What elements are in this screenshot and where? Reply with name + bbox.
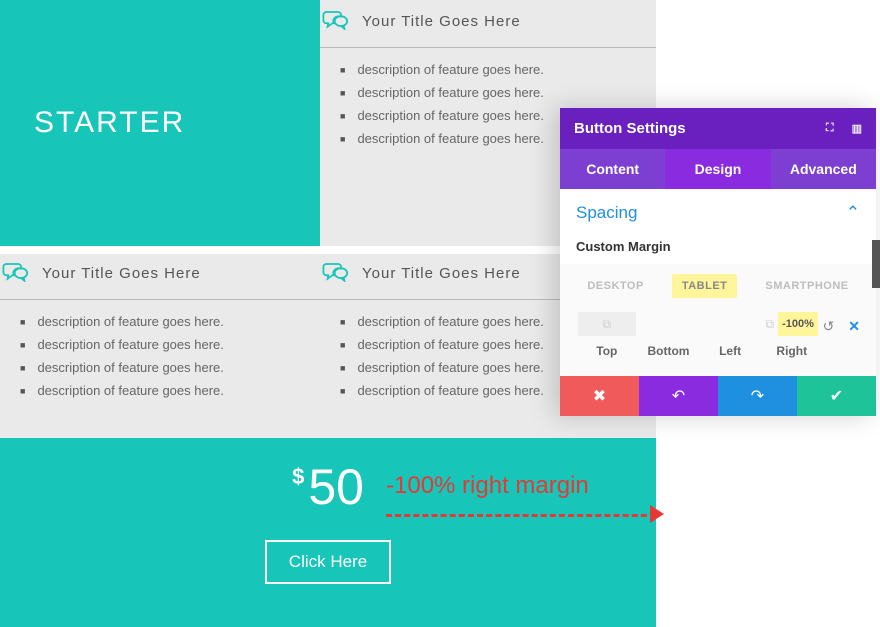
undo-button[interactable]: ↶ — [639, 376, 718, 416]
panel-tabs: Content Design Advanced — [560, 149, 876, 189]
annotation-arrow-head — [650, 505, 664, 523]
chat-icon — [322, 8, 350, 35]
card-title: Your Title Goes Here — [362, 13, 521, 30]
card-title: Your Title Goes Here — [362, 265, 521, 282]
plan-name: STARTER — [34, 106, 185, 140]
device-tablet[interactable]: TABLET — [672, 274, 738, 298]
divider — [0, 299, 320, 300]
settings-panel: Button Settings ⛶ ▥ Content Design Advan… — [560, 108, 876, 416]
list-item: description of feature goes here. — [334, 85, 642, 100]
currency-symbol: $ — [292, 464, 304, 490]
plan-header: STARTER — [0, 0, 320, 246]
cancel-button[interactable]: ✖ — [560, 376, 639, 416]
confirm-button[interactable]: ✔ — [797, 376, 876, 416]
clear-icon[interactable]: ✕ — [848, 318, 860, 335]
cta-button[interactable]: Click Here — [265, 540, 391, 584]
chat-icon — [2, 260, 30, 287]
annotation-arrow-line — [386, 514, 656, 517]
margin-left-label: Left — [699, 344, 761, 358]
tab-advanced[interactable]: Advanced — [771, 149, 876, 189]
redo-button[interactable]: ↷ — [718, 376, 797, 416]
divider — [320, 47, 656, 48]
link-icon: ⧉ — [603, 317, 612, 332]
link-icon: ⧉ — [765, 317, 774, 332]
tab-design[interactable]: Design — [665, 149, 770, 189]
subhead-custom-margin: Custom Margin — [576, 239, 860, 254]
list-item: description of feature goes here. — [334, 62, 642, 77]
device-desktop[interactable]: DESKTOP — [577, 274, 653, 298]
margin-top-label: Top — [576, 344, 638, 358]
panel-title: Button Settings — [574, 120, 686, 137]
feature-card-b: Your Title Goes Here description of feat… — [0, 254, 320, 438]
margin-inputs: ⧉ Top Bottom Left ⧉ -100% — [568, 298, 868, 376]
device-smartphone[interactable]: SMARTPHONE — [755, 274, 858, 298]
plan-footer: $ 50 Click Here — [0, 438, 656, 627]
card-title: Your Title Goes Here — [42, 265, 201, 282]
grid-icon[interactable]: ▥ — [852, 122, 862, 135]
margin-bottom-input[interactable] — [639, 312, 697, 336]
panel-header[interactable]: Button Settings ⛶ ▥ — [560, 108, 876, 149]
list-item: description of feature goes here. — [14, 314, 306, 329]
panel-footer: ✖ ↶ ↷ ✔ — [560, 376, 876, 416]
margin-left-input[interactable] — [701, 312, 759, 336]
section-label: Spacing — [576, 203, 637, 223]
page-canvas: STARTER Your Title Goes Here description… — [0, 0, 880, 627]
side-handle[interactable] — [872, 240, 880, 288]
annotation-label: -100% right margin — [386, 472, 589, 500]
feature-list: description of feature goes here. descri… — [0, 314, 320, 424]
margin-top-input[interactable]: ⧉ — [578, 312, 636, 336]
price-amount: 50 — [308, 458, 364, 516]
list-item: description of feature goes here. — [14, 383, 306, 398]
margin-bottom-label: Bottom — [638, 344, 700, 358]
chevron-up-icon: ⌃ — [846, 203, 860, 223]
list-item: description of feature goes here. — [14, 337, 306, 352]
list-item: description of feature goes here. — [14, 360, 306, 375]
margin-right-input[interactable]: -100% — [778, 312, 818, 336]
section-spacing[interactable]: Spacing ⌃ — [576, 203, 860, 223]
margin-right-label: Right — [761, 344, 823, 358]
chat-icon — [322, 260, 350, 287]
reset-icon[interactable]: ↺ — [823, 318, 835, 335]
expand-icon[interactable]: ⛶ — [826, 122, 834, 135]
device-tabs: DESKTOP TABLET SMARTPHONE ⧉ Top Bottom — [560, 264, 876, 376]
tab-content[interactable]: Content — [560, 149, 665, 189]
